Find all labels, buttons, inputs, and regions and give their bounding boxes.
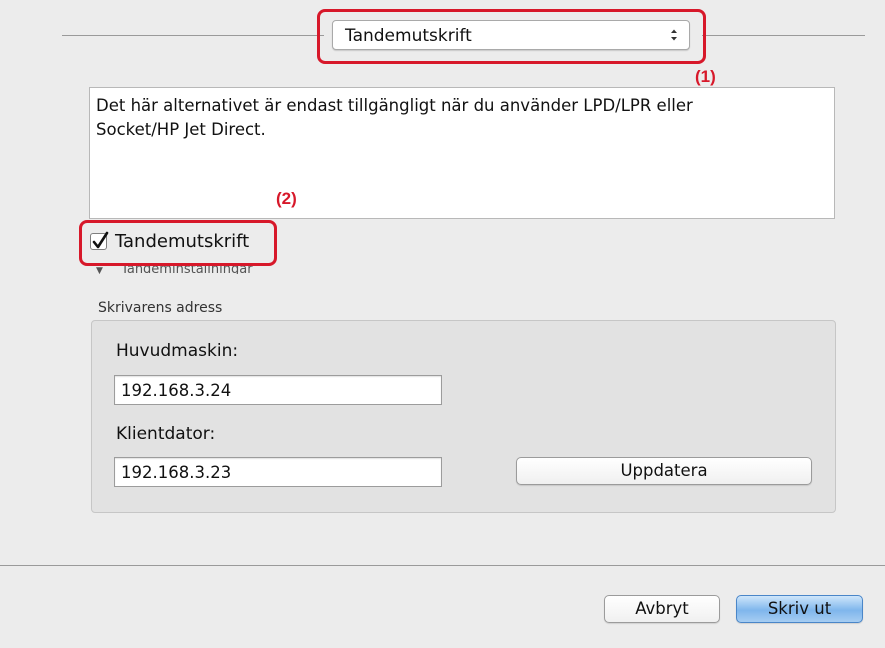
description-line-1: Det här alternativet är endast tillgängl… xyxy=(96,96,693,115)
cancel-button[interactable]: Avbryt xyxy=(604,595,720,623)
master-label: Huvudmaskin: xyxy=(116,341,239,361)
group-title: Skrivarens adress xyxy=(98,300,223,316)
client-address-field[interactable] xyxy=(114,457,442,487)
annotation-label-2: (2) xyxy=(276,189,297,208)
top-separator-right xyxy=(702,35,865,36)
print-button[interactable]: Skriv ut xyxy=(736,595,863,623)
update-button[interactable]: Uppdatera xyxy=(516,457,812,485)
master-address-field[interactable] xyxy=(114,375,442,405)
annotation-label-1: (1) xyxy=(695,67,716,86)
disclosure-triangle-icon: ▼ xyxy=(96,266,103,274)
client-label: Klientdator: xyxy=(116,424,216,444)
top-separator-left xyxy=(62,35,324,36)
description-line-2: Socket/HP Jet Direct. xyxy=(96,120,266,139)
description-box: Det här alternativet är endast tillgängl… xyxy=(89,87,835,219)
annotation-frame-2 xyxy=(79,220,277,266)
annotation-frame-1 xyxy=(317,9,706,64)
bottom-separator xyxy=(0,565,885,566)
